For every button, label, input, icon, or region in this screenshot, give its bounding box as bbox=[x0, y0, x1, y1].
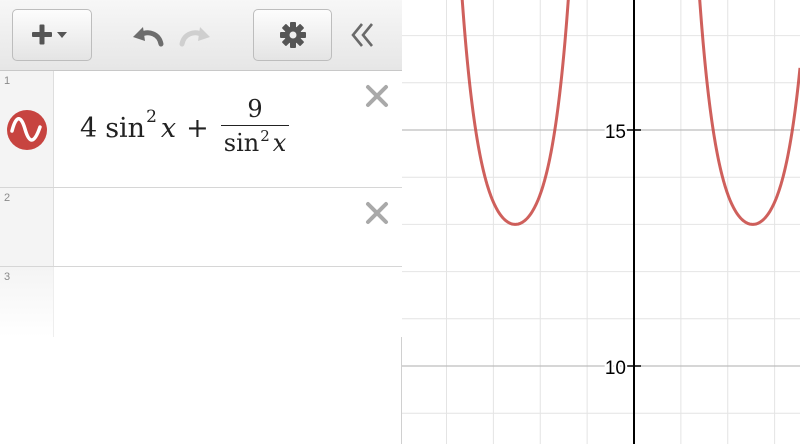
variable: x bbox=[160, 112, 177, 144]
undo-icon bbox=[133, 27, 164, 47]
graph-visibility-icon[interactable] bbox=[6, 109, 48, 151]
function-name: sin bbox=[223, 128, 260, 157]
delete-expression-icon[interactable] bbox=[362, 198, 392, 228]
fraction-numerator: 9 bbox=[247, 94, 263, 123]
expression-row[interactable]: 2 bbox=[0, 188, 402, 267]
delete-expression-icon[interactable] bbox=[362, 81, 392, 111]
plus-caret-icon bbox=[32, 24, 67, 45]
redo-button[interactable] bbox=[173, 9, 217, 61]
y-tick-label-15: 15 bbox=[605, 122, 626, 143]
undo-button[interactable] bbox=[126, 9, 170, 61]
function-name: sin bbox=[105, 112, 146, 144]
y-tick-label-10: 10 bbox=[605, 358, 626, 379]
coefficient: 4 bbox=[80, 112, 98, 144]
row-gutter: 1 bbox=[0, 71, 54, 187]
settings-button[interactable] bbox=[253, 9, 332, 61]
exponent: 2 bbox=[146, 107, 157, 127]
fraction-denominator: sin2 x bbox=[220, 124, 290, 161]
exponent: 2 bbox=[260, 126, 270, 145]
expression-row[interactable]: 3 bbox=[0, 267, 402, 337]
row-gutter: 3 bbox=[0, 267, 54, 337]
grid-lines bbox=[395, 0, 800, 444]
expression-toolbar bbox=[0, 0, 402, 71]
gear-icon bbox=[279, 22, 306, 48]
function-curve[interactable] bbox=[460, 0, 800, 226]
row-number: 3 bbox=[4, 271, 11, 283]
expression-row[interactable]: 1 4 sin 2 x + 9 sin2 x bbox=[0, 71, 402, 188]
collapse-panel-button[interactable] bbox=[344, 9, 390, 61]
fraction: 9 sin2 x bbox=[220, 94, 290, 161]
row-number: 1 bbox=[4, 75, 11, 87]
redo-icon bbox=[179, 27, 210, 47]
double-chevron-left-icon bbox=[350, 23, 373, 47]
row-gutter: 2 bbox=[0, 188, 54, 266]
variable: x bbox=[272, 128, 287, 157]
operator: + bbox=[186, 112, 209, 144]
add-expression-button[interactable] bbox=[12, 9, 92, 61]
expression-formula[interactable]: 4 sin 2 x + 9 sin2 x bbox=[80, 93, 290, 163]
row-number: 2 bbox=[4, 192, 11, 204]
expression-panel: 1 4 sin 2 x + 9 sin2 x 2 3 bbox=[0, 0, 402, 444]
